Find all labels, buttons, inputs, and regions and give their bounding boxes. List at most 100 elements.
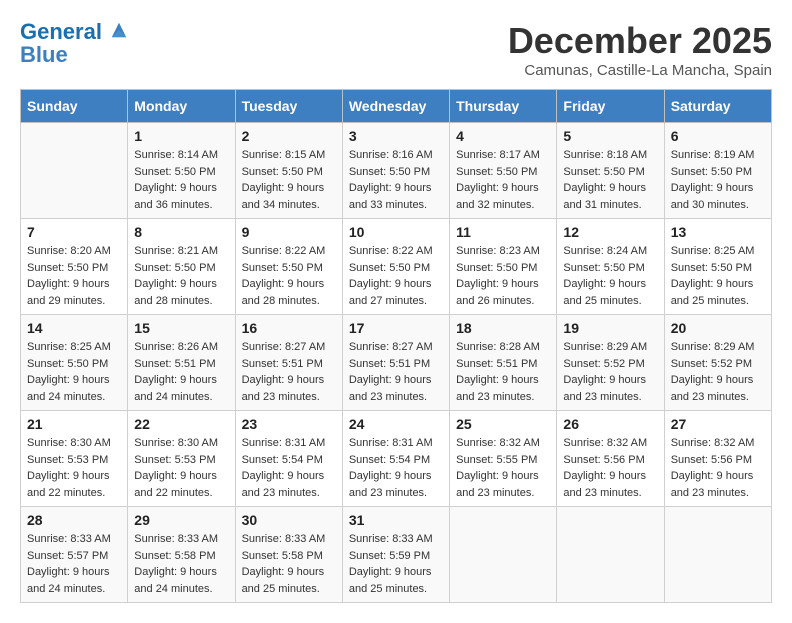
header-tuesday: Tuesday bbox=[235, 90, 342, 123]
day-number: 2 bbox=[242, 128, 336, 144]
day-info: Sunrise: 8:14 AMSunset: 5:50 PMDaylight:… bbox=[134, 147, 228, 213]
day-info: Sunrise: 8:25 AMSunset: 5:50 PMDaylight:… bbox=[27, 339, 121, 405]
header-sunday: Sunday bbox=[21, 90, 128, 123]
calendar-week-2: 7 Sunrise: 8:20 AMSunset: 5:50 PMDaylight… bbox=[21, 219, 772, 315]
calendar-cell: 29 Sunrise: 8:33 AMSunset: 5:58 PMDayligh… bbox=[128, 507, 235, 603]
calendar-cell: 3 Sunrise: 8:16 AMSunset: 5:50 PMDaylight… bbox=[342, 123, 449, 219]
day-info: Sunrise: 8:27 AMSunset: 5:51 PMDaylight:… bbox=[349, 339, 443, 405]
calendar-week-4: 21 Sunrise: 8:30 AMSunset: 5:53 PMDayligh… bbox=[21, 411, 772, 507]
day-info: Sunrise: 8:32 AMSunset: 5:56 PMDaylight:… bbox=[563, 435, 657, 501]
calendar-cell: 28Sunrise: 8:33 AMSunset: 5:57 PMDayligh… bbox=[21, 507, 128, 603]
day-info: Sunrise: 8:29 AMSunset: 5:52 PMDaylight:… bbox=[563, 339, 657, 405]
day-number: 3 bbox=[349, 128, 443, 144]
day-info: Sunrise: 8:16 AMSunset: 5:50 PMDaylight:… bbox=[349, 147, 443, 213]
header-friday: Friday bbox=[557, 90, 664, 123]
calendar-cell bbox=[450, 507, 557, 603]
day-number: 25 bbox=[456, 416, 550, 432]
day-number: 6 bbox=[671, 128, 765, 144]
day-number: 24 bbox=[349, 416, 443, 432]
day-number: 10 bbox=[349, 224, 443, 240]
day-number: 4 bbox=[456, 128, 550, 144]
calendar-cell: 20Sunrise: 8:29 AMSunset: 5:52 PMDayligh… bbox=[664, 315, 771, 411]
calendar-cell: 25 Sunrise: 8:32 AMSunset: 5:55 PMDayligh… bbox=[450, 411, 557, 507]
day-number: 22 bbox=[134, 416, 228, 432]
day-info: Sunrise: 8:21 AMSunset: 5:50 PMDaylight:… bbox=[134, 243, 228, 309]
calendar-cell: 5 Sunrise: 8:18 AMSunset: 5:50 PMDaylight… bbox=[557, 123, 664, 219]
calendar-cell: 27Sunrise: 8:32 AMSunset: 5:56 PMDayligh… bbox=[664, 411, 771, 507]
calendar-cell: 8 Sunrise: 8:21 AMSunset: 5:50 PMDaylight… bbox=[128, 219, 235, 315]
logo-text: General bbox=[20, 20, 128, 44]
location: Camunas, Castille-La Mancha, Spain bbox=[508, 62, 772, 79]
day-number: 7 bbox=[27, 224, 121, 240]
calendar-cell: 6 Sunrise: 8:19 AMSunset: 5:50 PMDaylight… bbox=[664, 123, 771, 219]
day-number: 28 bbox=[27, 512, 121, 528]
calendar-week-3: 14Sunrise: 8:25 AMSunset: 5:50 PMDayligh… bbox=[21, 315, 772, 411]
day-number: 16 bbox=[242, 320, 336, 336]
calendar-cell: 15 Sunrise: 8:26 AMSunset: 5:51 PMDayligh… bbox=[128, 315, 235, 411]
calendar-cell: 16Sunrise: 8:27 AMSunset: 5:51 PMDayligh… bbox=[235, 315, 342, 411]
calendar-cell: 1 Sunrise: 8:14 AMSunset: 5:50 PMDaylight… bbox=[128, 123, 235, 219]
day-info: Sunrise: 8:29 AMSunset: 5:52 PMDaylight:… bbox=[671, 339, 765, 405]
logo-icon bbox=[110, 21, 128, 39]
title-block: December 2025 Camunas, Castille-La Manch… bbox=[508, 20, 772, 79]
calendar-cell: 14Sunrise: 8:25 AMSunset: 5:50 PMDayligh… bbox=[21, 315, 128, 411]
calendar-week-5: 28Sunrise: 8:33 AMSunset: 5:57 PMDayligh… bbox=[21, 507, 772, 603]
day-number: 23 bbox=[242, 416, 336, 432]
day-info: Sunrise: 8:31 AMSunset: 5:54 PMDaylight:… bbox=[242, 435, 336, 501]
day-info: Sunrise: 8:18 AMSunset: 5:50 PMDaylight:… bbox=[563, 147, 657, 213]
calendar-cell: 4Sunrise: 8:17 AMSunset: 5:50 PMDaylight… bbox=[450, 123, 557, 219]
header-thursday: Thursday bbox=[450, 90, 557, 123]
calendar-cell: 19Sunrise: 8:29 AMSunset: 5:52 PMDayligh… bbox=[557, 315, 664, 411]
day-info: Sunrise: 8:33 AMSunset: 5:58 PMDaylight:… bbox=[242, 531, 336, 597]
month-title: December 2025 bbox=[508, 20, 772, 62]
calendar-cell: 13 Sunrise: 8:25 AMSunset: 5:50 PMDayligh… bbox=[664, 219, 771, 315]
calendar-cell bbox=[557, 507, 664, 603]
calendar-cell: 22 Sunrise: 8:30 AMSunset: 5:53 PMDayligh… bbox=[128, 411, 235, 507]
day-number: 12 bbox=[563, 224, 657, 240]
day-info: Sunrise: 8:30 AMSunset: 5:53 PMDaylight:… bbox=[134, 435, 228, 501]
day-info: Sunrise: 8:33 AMSunset: 5:59 PMDaylight:… bbox=[349, 531, 443, 597]
day-number: 8 bbox=[134, 224, 228, 240]
day-info: Sunrise: 8:33 AMSunset: 5:58 PMDaylight:… bbox=[134, 531, 228, 597]
calendar-cell: 17 Sunrise: 8:27 AMSunset: 5:51 PMDayligh… bbox=[342, 315, 449, 411]
day-number: 13 bbox=[671, 224, 765, 240]
calendar-cell: 31 Sunrise: 8:33 AMSunset: 5:59 PMDayligh… bbox=[342, 507, 449, 603]
day-info: Sunrise: 8:19 AMSunset: 5:50 PMDaylight:… bbox=[671, 147, 765, 213]
calendar-cell: 2 Sunrise: 8:15 AMSunset: 5:50 PMDaylight… bbox=[235, 123, 342, 219]
day-number: 27 bbox=[671, 416, 765, 432]
day-info: Sunrise: 8:15 AMSunset: 5:50 PMDaylight:… bbox=[242, 147, 336, 213]
day-info: Sunrise: 8:24 AMSunset: 5:50 PMDaylight:… bbox=[563, 243, 657, 309]
day-number: 31 bbox=[349, 512, 443, 528]
day-number: 26 bbox=[563, 416, 657, 432]
day-number: 11 bbox=[456, 224, 550, 240]
day-info: Sunrise: 8:22 AMSunset: 5:50 PMDaylight:… bbox=[242, 243, 336, 309]
day-info: Sunrise: 8:32 AMSunset: 5:55 PMDaylight:… bbox=[456, 435, 550, 501]
day-number: 17 bbox=[349, 320, 443, 336]
calendar-cell: 7 Sunrise: 8:20 AMSunset: 5:50 PMDaylight… bbox=[21, 219, 128, 315]
day-info: Sunrise: 8:20 AMSunset: 5:50 PMDaylight:… bbox=[27, 243, 121, 309]
calendar-cell: 12 Sunrise: 8:24 AMSunset: 5:50 PMDayligh… bbox=[557, 219, 664, 315]
calendar-cell: 10 Sunrise: 8:22 AMSunset: 5:50 PMDayligh… bbox=[342, 219, 449, 315]
logo: General Blue bbox=[20, 20, 128, 68]
day-number: 21 bbox=[27, 416, 121, 432]
day-number: 29 bbox=[134, 512, 228, 528]
day-number: 15 bbox=[134, 320, 228, 336]
calendar-week-1: 1 Sunrise: 8:14 AMSunset: 5:50 PMDaylight… bbox=[21, 123, 772, 219]
day-info: Sunrise: 8:25 AMSunset: 5:50 PMDaylight:… bbox=[671, 243, 765, 309]
day-number: 5 bbox=[563, 128, 657, 144]
day-info: Sunrise: 8:31 AMSunset: 5:54 PMDaylight:… bbox=[349, 435, 443, 501]
calendar-header-row: SundayMondayTuesdayWednesdayThursdayFrid… bbox=[21, 90, 772, 123]
calendar-cell: 21Sunrise: 8:30 AMSunset: 5:53 PMDayligh… bbox=[21, 411, 128, 507]
day-number: 1 bbox=[134, 128, 228, 144]
header-monday: Monday bbox=[128, 90, 235, 123]
header-saturday: Saturday bbox=[664, 90, 771, 123]
calendar-cell: 18 Sunrise: 8:28 AMSunset: 5:51 PMDayligh… bbox=[450, 315, 557, 411]
calendar-cell bbox=[664, 507, 771, 603]
day-number: 18 bbox=[456, 320, 550, 336]
day-info: Sunrise: 8:28 AMSunset: 5:51 PMDaylight:… bbox=[456, 339, 550, 405]
day-info: Sunrise: 8:26 AMSunset: 5:51 PMDaylight:… bbox=[134, 339, 228, 405]
calendar-cell: 30Sunrise: 8:33 AMSunset: 5:58 PMDayligh… bbox=[235, 507, 342, 603]
day-info: Sunrise: 8:22 AMSunset: 5:50 PMDaylight:… bbox=[349, 243, 443, 309]
day-number: 9 bbox=[242, 224, 336, 240]
day-info: Sunrise: 8:23 AMSunset: 5:50 PMDaylight:… bbox=[456, 243, 550, 309]
